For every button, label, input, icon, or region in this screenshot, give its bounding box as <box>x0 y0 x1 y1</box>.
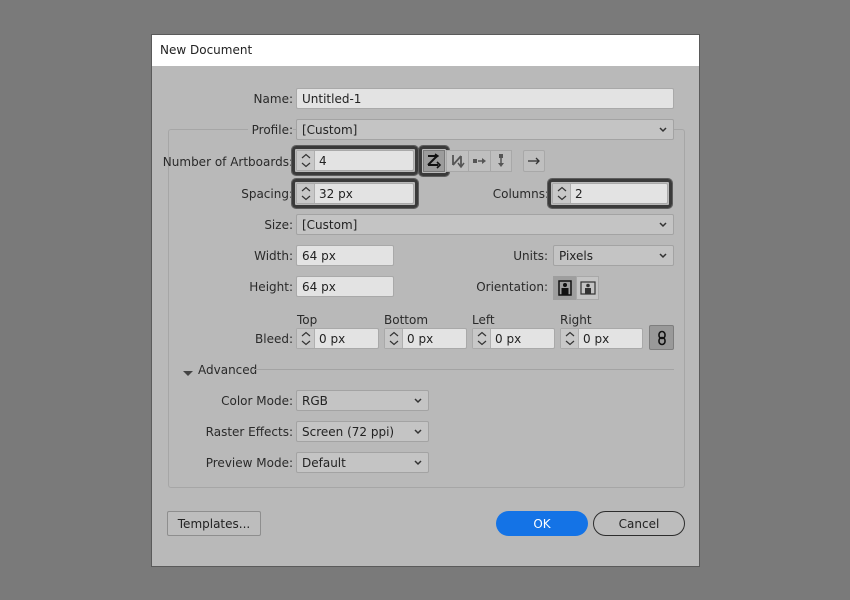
disclosure-triangle-icon[interactable] <box>183 367 193 376</box>
artboards-stepper[interactable]: 4 <box>296 150 414 171</box>
bleed-right-label: Right <box>560 313 592 327</box>
bleed-left-stepper[interactable]: 0 px <box>472 328 555 349</box>
ok-button[interactable]: OK <box>496 511 588 536</box>
right-to-left-button[interactable] <box>523 150 545 172</box>
chevron-down-icon <box>413 394 423 406</box>
dialog-titlebar[interactable]: New Document <box>152 35 699 66</box>
name-input[interactable]: Untitled-1 <box>296 88 674 109</box>
portrait-button[interactable] <box>553 276 576 300</box>
width-label: Width: <box>254 249 293 263</box>
chevron-down-icon <box>658 123 668 135</box>
size-label: Size: <box>264 218 293 232</box>
stepper-arrows-icon[interactable] <box>297 329 315 348</box>
arrange-by-column-button[interactable] <box>490 150 512 172</box>
portrait-icon <box>557 280 572 296</box>
link-bleed-button[interactable] <box>649 325 674 350</box>
raster-effects-label: Raster Effects: <box>205 425 293 439</box>
columns-value: 2 <box>575 187 583 201</box>
chevron-down-icon <box>413 456 423 468</box>
dialog-title: New Document <box>160 43 253 57</box>
grid-by-row-button[interactable] <box>423 150 445 172</box>
columns-stepper[interactable]: 2 <box>552 183 668 204</box>
arrow-right-icon <box>526 153 542 169</box>
link-icon <box>656 330 668 346</box>
preview-mode-label: Preview Mode: <box>205 456 293 470</box>
orientation-label: Orientation: <box>476 280 548 294</box>
profile-select-value: [Custom] <box>302 123 358 137</box>
spacing-value: 32 px <box>319 187 353 201</box>
arrange-by-row-button[interactable] <box>468 150 490 172</box>
width-input[interactable]: 64 px <box>296 245 394 266</box>
bleed-top-label: Top <box>297 313 318 327</box>
units-select[interactable]: Pixels <box>553 245 674 266</box>
artboards-label: Number of Artboards: <box>162 155 293 169</box>
size-select-value: [Custom] <box>302 218 358 232</box>
templates-button[interactable]: Templates... <box>167 511 261 536</box>
units-select-value: Pixels <box>559 249 594 263</box>
size-select[interactable]: [Custom] <box>296 214 674 235</box>
spacing-label: Spacing: <box>241 187 293 201</box>
units-label: Units: <box>513 249 548 263</box>
stepper-arrows-icon[interactable] <box>553 184 571 203</box>
grid-by-column-icon <box>450 153 466 169</box>
stepper-arrows-icon[interactable] <box>385 329 403 348</box>
height-label: Height: <box>249 280 293 294</box>
new-document-dialog: New Document Name: Untitled-1 Profile: [… <box>151 34 700 567</box>
raster-effects-value: Screen (72 ppi) <box>302 425 395 439</box>
preview-mode-value: Default <box>302 456 346 470</box>
stepper-arrows-icon[interactable] <box>297 184 315 203</box>
grid-by-column-button[interactable] <box>446 150 468 172</box>
spacing-stepper[interactable]: 32 px <box>296 183 414 204</box>
arrange-by-row-icon <box>472 153 488 169</box>
chevron-down-icon <box>413 425 423 437</box>
color-mode-select[interactable]: RGB <box>296 390 429 411</box>
grid-by-row-icon <box>426 153 442 169</box>
stepper-arrows-icon[interactable] <box>297 151 315 170</box>
artboards-value: 4 <box>319 154 327 168</box>
preview-mode-select[interactable]: Default <box>296 452 429 473</box>
bleed-label: Bleed: <box>255 332 293 346</box>
bleed-right-stepper[interactable]: 0 px <box>560 328 643 349</box>
landscape-button[interactable] <box>576 276 599 300</box>
landscape-icon <box>579 281 596 295</box>
columns-label: Columns: <box>492 187 549 201</box>
bleed-left-value: 0 px <box>495 332 522 346</box>
cancel-button[interactable]: Cancel <box>593 511 685 536</box>
bleed-bottom-stepper[interactable]: 0 px <box>384 328 467 349</box>
bleed-top-value: 0 px <box>319 332 346 346</box>
height-input[interactable]: 64 px <box>296 276 394 297</box>
advanced-toggle[interactable]: Advanced <box>198 363 257 377</box>
color-mode-label: Color Mode: <box>221 394 293 408</box>
name-label: Name: <box>253 92 293 106</box>
raster-effects-select[interactable]: Screen (72 ppi) <box>296 421 429 442</box>
chevron-down-icon <box>658 249 668 261</box>
bleed-bottom-value: 0 px <box>407 332 434 346</box>
color-mode-value: RGB <box>302 394 328 408</box>
chevron-down-icon <box>658 218 668 230</box>
bleed-left-label: Left <box>472 313 495 327</box>
bleed-top-stepper[interactable]: 0 px <box>296 328 379 349</box>
advanced-separator <box>254 369 674 370</box>
stepper-arrows-icon[interactable] <box>473 329 491 348</box>
profile-select[interactable]: [Custom] <box>296 119 674 140</box>
arrange-by-column-icon <box>493 153 509 169</box>
stepper-arrows-icon[interactable] <box>561 329 579 348</box>
bleed-right-value: 0 px <box>583 332 610 346</box>
bleed-bottom-label: Bottom <box>384 313 429 327</box>
profile-label: Profile: <box>247 123 293 137</box>
